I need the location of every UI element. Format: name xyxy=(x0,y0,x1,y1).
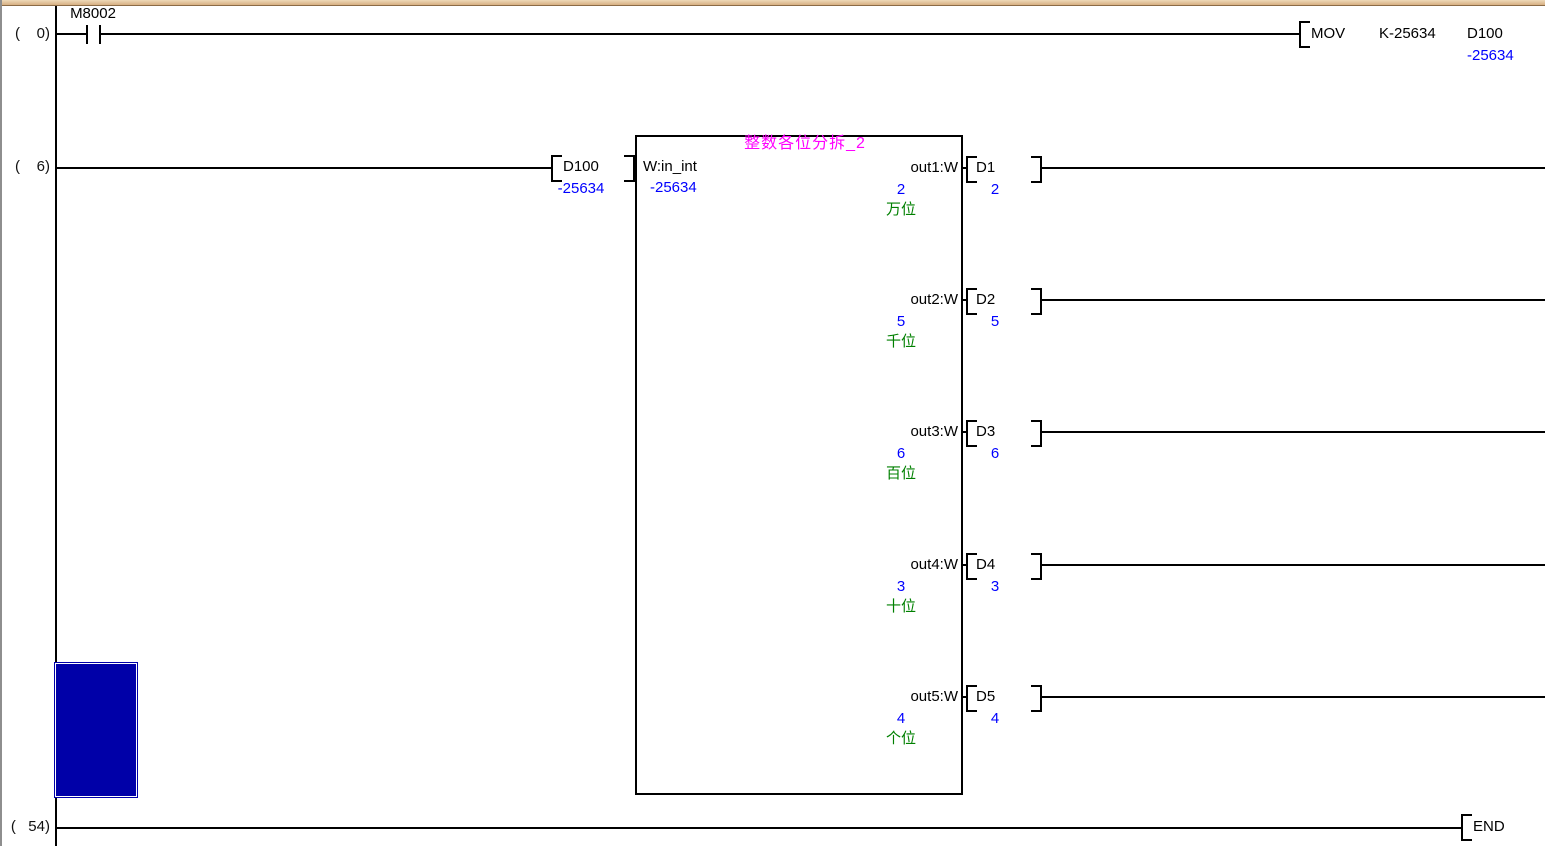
fb-output-monitor-value: 4 xyxy=(896,710,906,727)
fb-output-monitor-value: 2 xyxy=(896,181,906,198)
step-number-54: ( 54) xyxy=(10,818,50,835)
step-number-6: ( 6) xyxy=(14,158,50,175)
fb-input-pin-label: W:in_int xyxy=(643,158,697,175)
ladder-editor-canvas: ( 0) M8002 MOV K-25634 D100 -25634 ( 6) … xyxy=(0,0,1545,846)
fb-output-pin-label: out2:W xyxy=(910,291,958,308)
mov-source-operand: K-25634 xyxy=(1379,25,1436,42)
instruction-open-bracket xyxy=(1461,814,1472,841)
mov-dest-operand: D100 xyxy=(1467,25,1503,42)
output-param-monitor-value: 3 xyxy=(990,578,1000,595)
fb-output-row-3[interactable]: out3:W 6 百位 D3 6 xyxy=(870,419,1545,483)
window-left-border xyxy=(0,0,2,846)
fb-output-monitor-value: 3 xyxy=(896,578,906,595)
end-mnemonic: END xyxy=(1473,818,1505,835)
step-number-0: ( 0) xyxy=(14,25,50,42)
param-close-bracket xyxy=(1031,685,1042,712)
wire-output xyxy=(1040,299,1545,301)
mov-mnemonic: MOV xyxy=(1311,25,1346,42)
fb-output-pin-label: out5:W xyxy=(910,688,958,705)
wire-output xyxy=(1040,431,1545,433)
fb-output-row-2[interactable]: out2:W 5 千位 D2 5 xyxy=(870,287,1545,351)
wire-rung0-b xyxy=(101,33,1299,35)
output-param-monitor-value: 2 xyxy=(990,181,1000,198)
mov-dest-monitor-value: -25634 xyxy=(1467,47,1514,64)
param-close-bracket xyxy=(1031,288,1042,315)
fb-output-comment: 百位 xyxy=(885,465,916,482)
output-param-device: D1 xyxy=(976,159,996,176)
wire-rung0-a xyxy=(56,33,87,35)
fb-input-monitor-value: -25634 xyxy=(650,179,697,196)
fb-output-comment: 千位 xyxy=(885,333,916,350)
param-close-bracket xyxy=(1031,420,1042,447)
output-param-monitor-value: 6 xyxy=(990,445,1000,462)
instruction-open-bracket xyxy=(1299,21,1310,48)
fb-output-row-4[interactable]: out4:W 3 十位 D4 3 xyxy=(870,552,1545,616)
fb-output-comment: 万位 xyxy=(885,201,916,218)
param-close-bracket xyxy=(624,155,635,182)
output-param-monitor-value: 5 xyxy=(990,313,1000,330)
output-param-device: D4 xyxy=(976,556,996,573)
input-param-device: D100 xyxy=(563,158,599,175)
fb-output-monitor-value: 5 xyxy=(896,313,906,330)
fb-output-row-1[interactable]: out1:W 2 万位 D1 2 xyxy=(870,155,1545,219)
fb-output-pin-label: out1:W xyxy=(910,159,958,176)
contact-label-m8002: M8002 xyxy=(70,5,116,22)
param-open-bracket xyxy=(551,155,562,182)
output-param-device: D3 xyxy=(976,423,996,440)
fb-output-pin-label: out3:W xyxy=(910,423,958,440)
fb-output-comment: 个位 xyxy=(885,730,916,747)
output-param-monitor-value: 4 xyxy=(990,710,1000,727)
param-close-bracket xyxy=(1031,156,1042,183)
wire-output xyxy=(1040,696,1545,698)
param-close-bracket xyxy=(1031,553,1042,580)
output-param-device: D2 xyxy=(976,291,996,308)
fb-output-monitor-value: 6 xyxy=(896,445,906,462)
wire-rung54 xyxy=(56,827,1461,829)
contact-bar-left xyxy=(86,25,88,44)
wire-output xyxy=(1040,167,1545,169)
fb-output-pin-label: out4:W xyxy=(910,556,958,573)
wire-output xyxy=(1040,564,1545,566)
function-block-title: 整数各位分拆_2 xyxy=(744,135,866,152)
input-param-monitor-value: -25634 xyxy=(557,180,605,197)
window-top-border xyxy=(0,0,1545,6)
fb-output-comment: 十位 xyxy=(885,598,916,615)
edit-cursor-cell[interactable] xyxy=(54,662,138,798)
fb-output-row-5[interactable]: out5:W 4 个位 D5 4 xyxy=(870,684,1545,748)
output-param-device: D5 xyxy=(976,688,996,705)
wire-rung6-input xyxy=(56,167,551,169)
